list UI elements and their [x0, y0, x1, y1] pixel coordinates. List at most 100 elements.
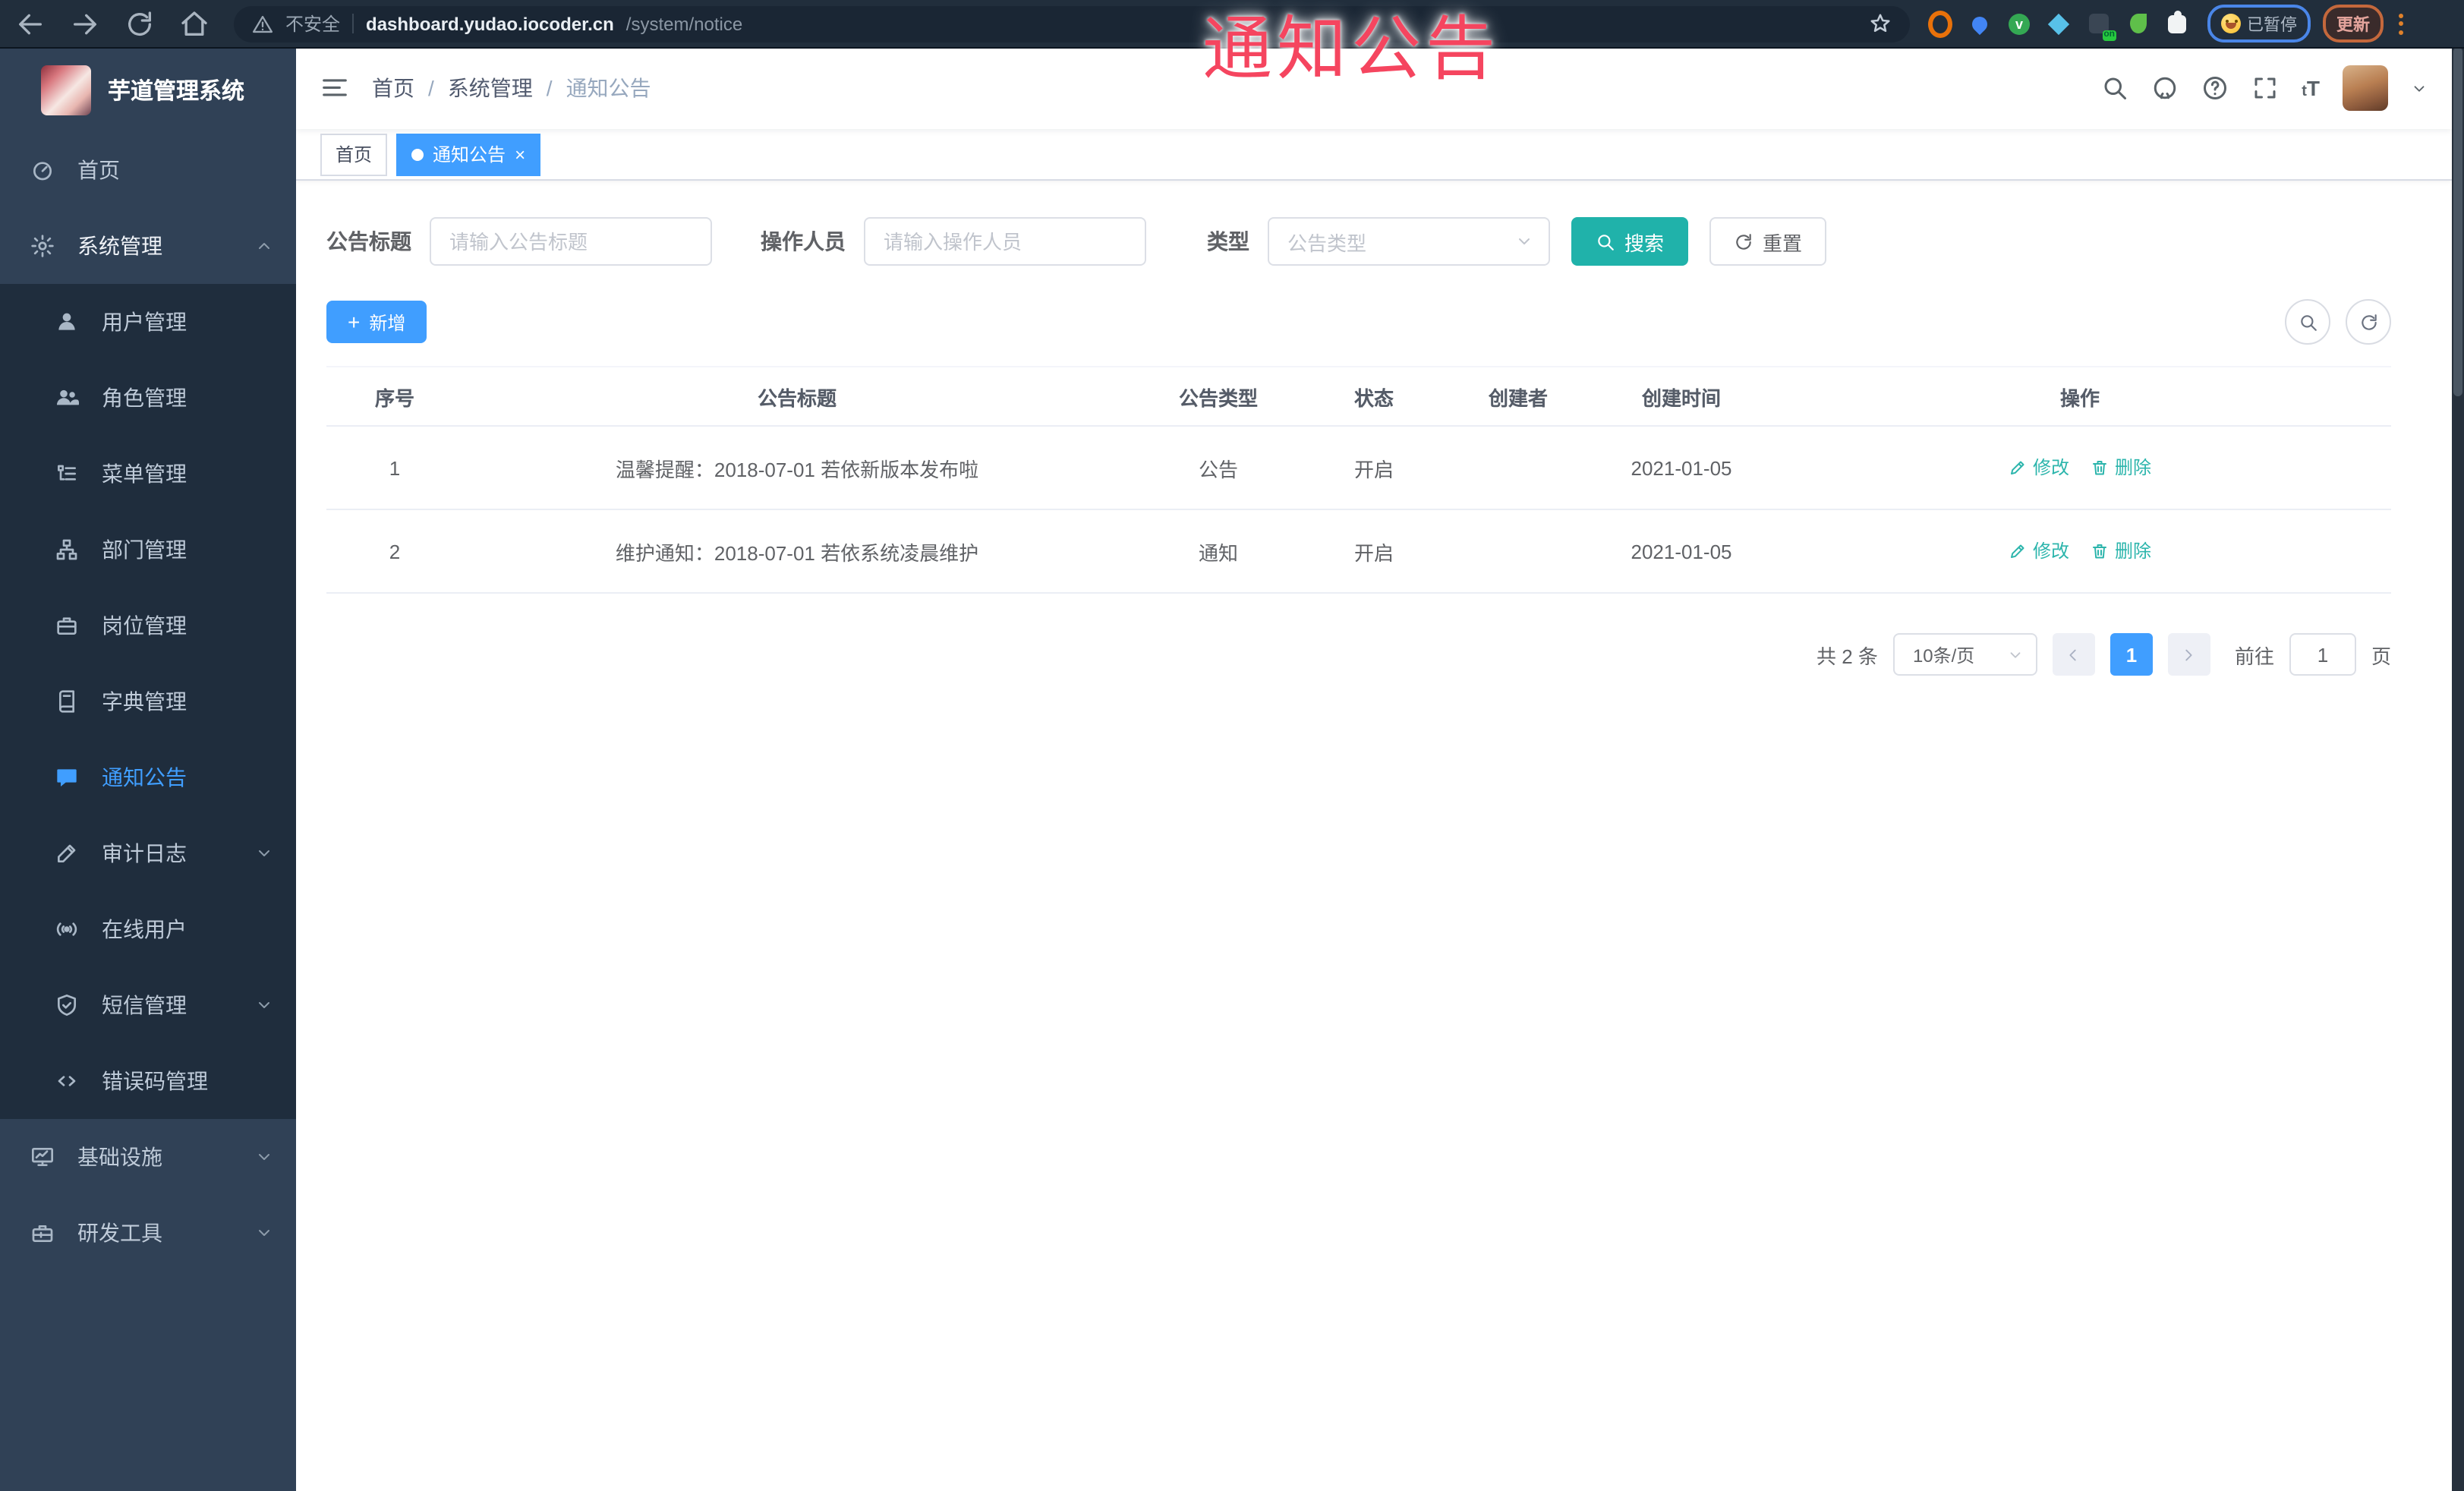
- scrollbar-thumb[interactable]: [2453, 47, 2462, 396]
- fullscreen-icon[interactable]: [2251, 74, 2279, 102]
- help-icon[interactable]: [2201, 74, 2229, 102]
- search-button-label: 搜索: [1624, 232, 1665, 254]
- chevron-down-icon: [255, 996, 273, 1014]
- page-size-select[interactable]: 10条/页: [1892, 633, 2037, 676]
- prev-page-button[interactable]: [2052, 633, 2095, 676]
- sidebar-item-audit-log[interactable]: 审计日志: [0, 815, 296, 891]
- sidebar-item-label: 基础设施: [77, 1145, 162, 1169]
- trash-icon: [2091, 542, 2109, 560]
- message-icon: [55, 765, 79, 790]
- chevron-down-icon[interactable]: [2411, 80, 2428, 96]
- sidebar-item-dept-management[interactable]: 部门管理: [0, 512, 296, 588]
- forward-icon[interactable]: [70, 8, 100, 39]
- table-row: 2 维护通知：2018-07-01 若依系统凌晨维护 通知 开启 2021-01-05 修…: [326, 509, 2391, 594]
- sidebar-item-sms-management[interactable]: 短信管理: [0, 967, 296, 1043]
- next-page-button[interactable]: [2167, 633, 2210, 676]
- browser-toolbar: 不安全 dashboard.yudao.iocoder.cn /system/n…: [0, 0, 2464, 49]
- back-icon[interactable]: [15, 8, 46, 39]
- table-column-header: 公告类型: [1131, 366, 1306, 427]
- extension-blue-gem-icon[interactable]: [2047, 11, 2071, 36]
- search-icon[interactable]: [2101, 74, 2128, 102]
- delete-button-label: 删除: [2115, 541, 2152, 563]
- app-logo[interactable]: 芋道管理系统: [0, 47, 296, 132]
- search-submit-button[interactable]: 搜索: [1571, 217, 1689, 266]
- browser-menu-kebab-icon[interactable]: [2399, 13, 2403, 34]
- sidebar-item-error-code-management[interactable]: 错误码管理: [0, 1043, 296, 1119]
- type-select[interactable]: 公告类型: [1268, 217, 1550, 266]
- sidebar-item-infrastructure[interactable]: 基础设施: [0, 1119, 296, 1195]
- cell-status: 开启: [1306, 426, 1442, 510]
- refresh-table-button[interactable]: [2346, 299, 2391, 345]
- breadcrumb-item-home[interactable]: 首页: [372, 73, 414, 103]
- notice-title-input[interactable]: [430, 217, 712, 266]
- sidebar-item-role-management[interactable]: 角色管理: [0, 360, 296, 436]
- add-button[interactable]: + 新增: [326, 301, 427, 343]
- reload-icon[interactable]: [124, 8, 155, 39]
- page-unit-label: 页: [2371, 645, 2391, 667]
- extension-blue-pin-icon[interactable]: [1968, 11, 1992, 36]
- tags-view-bar: 首页 通知公告 ×: [296, 129, 2452, 181]
- sidebar-item-label: 审计日志: [102, 841, 187, 865]
- extensions-row: v on: [1928, 10, 2189, 40]
- table-header-row: 序号 公告标题 公告类型 状态 创建者 创建时间 操作: [326, 366, 2391, 427]
- extension-orange-ring-icon[interactable]: [1928, 10, 1952, 37]
- address-bar[interactable]: 不安全 dashboard.yudao.iocoder.cn /system/n…: [234, 5, 1910, 42]
- sidebar-item-dict-management[interactable]: 字典管理: [0, 664, 296, 739]
- tab-active-dot: [411, 148, 424, 160]
- update-button[interactable]: 更新: [2323, 5, 2384, 43]
- gear-icon: [30, 234, 55, 258]
- home-icon[interactable]: [179, 8, 210, 39]
- sidebar-item-label: 部门管理: [102, 537, 187, 562]
- font-size-icon[interactable]: tT: [2302, 77, 2320, 99]
- extension-green-circle-icon[interactable]: v: [2007, 11, 2031, 36]
- extension-green-leaf-icon[interactable]: [2125, 11, 2150, 36]
- notice-table: 序号 公告标题 公告类型 状态 创建者 创建时间 操作 1 温馨提醒：2018-07-01 若…: [326, 366, 2391, 594]
- tab-notice[interactable]: 通知公告 ×: [396, 133, 541, 175]
- top-navbar: 首页 / 系统管理 / 通知公告 tT: [296, 47, 2452, 129]
- operator-input[interactable]: [864, 217, 1146, 266]
- delete-button[interactable]: 删除: [2091, 538, 2151, 564]
- extensions-puzzle-icon[interactable]: [2165, 10, 2189, 36]
- table-column-header: 状态: [1306, 366, 1442, 427]
- current-page-button[interactable]: 1: [2110, 633, 2153, 676]
- hamburger-icon[interactable]: [320, 74, 349, 102]
- sidebar-item-home[interactable]: 首页: [0, 132, 296, 208]
- chevron-down-icon: [1515, 232, 1533, 251]
- window-scrollbar[interactable]: [2452, 47, 2464, 1491]
- sidebar-item-online-users[interactable]: 在线用户: [0, 891, 296, 967]
- table-column-header: 创建者: [1442, 366, 1594, 427]
- sidebar-item-system-management[interactable]: 系统管理: [0, 208, 296, 284]
- cell-no: 2: [326, 509, 463, 594]
- pagination: 共 2 条 10条/页 1 前往 页: [326, 633, 2391, 676]
- user-avatar[interactable]: [2343, 65, 2388, 111]
- table-toolbar-right: [2285, 299, 2391, 345]
- sidebar-item-post-management[interactable]: 岗位管理: [0, 588, 296, 664]
- edit-button[interactable]: 修改: [2009, 538, 2069, 564]
- delete-button[interactable]: 删除: [2091, 455, 2151, 481]
- chevron-down-icon: [2007, 646, 2024, 663]
- table-row: 1 温馨提醒：2018-07-01 若依新版本发布啦 公告 开启 2021-01-05 修…: [326, 426, 2391, 510]
- toggle-search-button[interactable]: [2285, 299, 2330, 345]
- sidebar-item-notice-announcement[interactable]: 通知公告: [0, 739, 296, 815]
- browser-nav-buttons: [15, 8, 210, 39]
- sidebar-item-user-management[interactable]: 用户管理: [0, 284, 296, 360]
- sidebar-item-menu-management[interactable]: 菜单管理: [0, 436, 296, 512]
- sidebar-item-label: 在线用户: [102, 917, 187, 941]
- edit-icon: [55, 841, 79, 865]
- github-icon[interactable]: [2151, 74, 2179, 102]
- breadcrumb-item-notice: 通知公告: [566, 76, 651, 100]
- extension-dark-icon[interactable]: on: [2086, 11, 2116, 40]
- bookmark-star-icon[interactable]: [1869, 12, 1892, 35]
- dashboard-icon: [30, 158, 55, 182]
- cell-creator: [1442, 426, 1594, 510]
- edit-button[interactable]: 修改: [2009, 455, 2069, 481]
- reset-button[interactable]: 重置: [1709, 217, 1827, 266]
- goto-page-input[interactable]: [2289, 633, 2356, 676]
- tab-close-icon[interactable]: ×: [515, 145, 525, 163]
- paused-label: 已暂停: [2247, 16, 2297, 34]
- breadcrumb-item-system[interactable]: 系统管理: [448, 73, 533, 103]
- type-select-placeholder: 公告类型: [1287, 232, 1367, 254]
- sidebar-item-dev-tools[interactable]: 研发工具: [0, 1195, 296, 1271]
- tab-home[interactable]: 首页: [320, 133, 388, 175]
- paused-badge[interactable]: 已暂停: [2207, 5, 2311, 43]
